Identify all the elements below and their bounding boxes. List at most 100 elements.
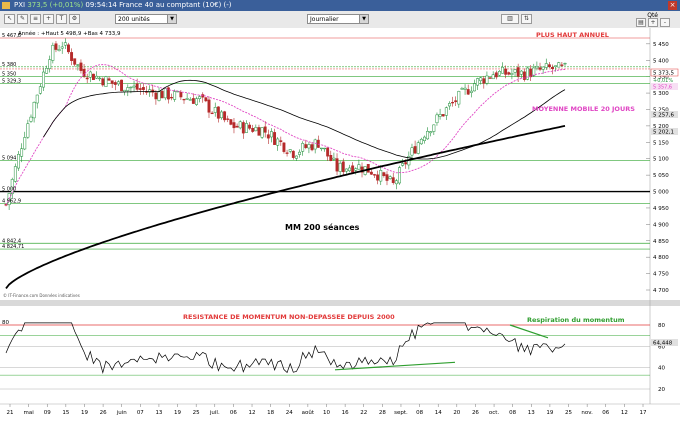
candle-body (101, 78, 105, 86)
chart-type-icon[interactable]: ▥ (501, 14, 519, 24)
compare-icon[interactable]: ⇅ (521, 14, 532, 24)
time-tick-label: oct. (489, 410, 500, 416)
time-tick-label: nov. (581, 410, 593, 416)
candle-body (291, 150, 295, 158)
level-label: 5 000 (2, 187, 16, 193)
candle-body (335, 158, 339, 172)
price-tick-label: 4 900 (653, 222, 669, 228)
candle-body (257, 127, 261, 136)
candle-body (454, 100, 458, 103)
candle-body (344, 168, 348, 172)
candle-body (354, 168, 358, 171)
candle-body (241, 122, 245, 134)
candle-body (457, 91, 461, 105)
indicator-tool-icon[interactable]: ≡ (30, 14, 41, 24)
chevron-down-icon: ▼ (167, 15, 176, 23)
time-tick-label: juil. (209, 410, 220, 416)
last-price-badge-text: 5 373,5 (653, 71, 674, 77)
candle-body (351, 165, 355, 173)
candle-body (98, 77, 102, 80)
candle-body (116, 81, 120, 85)
zoom-in-icon[interactable]: + (648, 18, 658, 27)
price-tick-label: 4 800 (653, 255, 669, 261)
candle-body (329, 155, 333, 161)
time-tick-label: 06 (230, 410, 237, 416)
candle-body (507, 72, 511, 75)
candle-body (288, 149, 292, 152)
candle-body (110, 80, 114, 84)
candle-body (513, 69, 517, 73)
pane-splitter[interactable] (0, 300, 680, 306)
annotation-resistance: RESISTANCE DE MOMENTUM NON-DEPASSEE DEPU… (183, 313, 395, 321)
period-dropdown[interactable]: Journalier ▼ (307, 14, 369, 24)
candle-body (207, 99, 211, 113)
last-price: 373,5 (27, 1, 48, 9)
time-tick-label: 06 (602, 410, 609, 416)
cursor-tool-icon[interactable]: ↖ (4, 14, 15, 24)
candle-body (235, 125, 239, 128)
time-tick-label: 13 (528, 410, 535, 416)
candle-body (17, 154, 20, 169)
candle-body (404, 162, 408, 165)
time-tick-label: 21 (7, 410, 14, 416)
candle-body (554, 65, 558, 68)
text-tool-icon[interactable]: T (56, 14, 67, 24)
candle-body (54, 43, 58, 50)
price-tick-label: 5 150 (653, 140, 669, 146)
annotation-mm200: MM 200 séances (285, 222, 360, 232)
candle-body (76, 64, 80, 66)
toolbar: ↖ ✎ ≡ + T ⚙ 200 unités ▼ Journalier ▼ ▥ … (0, 11, 680, 29)
candle-body (298, 151, 302, 155)
candle-body (401, 163, 405, 166)
candle-body (248, 124, 252, 129)
candle-body (504, 68, 508, 75)
time-tick-label: 09 (44, 410, 51, 416)
print-icon[interactable]: ▤ (636, 18, 646, 27)
units-dropdown[interactable]: 200 unités ▼ (115, 14, 177, 24)
candle-body (379, 170, 383, 182)
candle-body (479, 77, 483, 82)
candle-body (95, 75, 99, 79)
price-tick-label: 5 050 (653, 173, 669, 179)
candle-body (285, 152, 289, 154)
candle-body (129, 86, 133, 89)
stock-chart[interactable]: 5 4505 4005 3505 3005 2505 2005 1505 100… (0, 28, 680, 427)
candle-body (48, 59, 52, 69)
time-tick-label: juin (116, 410, 128, 416)
settings-tool-icon[interactable]: ⚙ (69, 14, 80, 24)
candle-body (269, 131, 273, 138)
candle-body (141, 87, 145, 90)
draw-tool-icon[interactable]: ✎ (17, 14, 28, 24)
candle-body (88, 71, 92, 78)
time-tick-label: 25 (565, 410, 572, 416)
time-tick-label: 16 (342, 410, 349, 416)
price-tick-label: 4 950 (653, 206, 669, 212)
candle-body (245, 123, 248, 133)
osc-tick-label: 80 (658, 323, 665, 329)
candle-body (70, 52, 74, 61)
candle-body (201, 94, 205, 98)
title-bar: PXI 373,5 (+0,01%) 09:54:14 France 40 au… (0, 0, 680, 11)
candle-body (388, 176, 392, 179)
candle-body (485, 75, 489, 84)
candle-body (382, 172, 386, 176)
info-label: Année : +Haut 5 498,9 +Bas 4 733,9 (18, 30, 121, 37)
candle-body (191, 98, 195, 104)
candle-body (104, 76, 108, 87)
candle-body (560, 64, 564, 66)
close-icon[interactable]: × (668, 1, 677, 10)
candle-body (510, 73, 514, 75)
candle-body (170, 96, 173, 99)
zoom-out-icon[interactable]: - (660, 18, 670, 27)
candle-body (273, 132, 277, 145)
osc-value-badge-text: 64,448 (653, 341, 673, 347)
sma20-badge-text: 5 357,6 (653, 85, 672, 91)
time-tick-label: mai (23, 410, 34, 416)
zoom-tool-icon[interactable]: + (43, 14, 54, 24)
candle-body (67, 44, 70, 53)
candle-body (120, 79, 123, 92)
candle-body (279, 140, 283, 142)
candle-body (448, 103, 451, 107)
candle-body (544, 63, 548, 68)
candle-body (323, 147, 326, 150)
